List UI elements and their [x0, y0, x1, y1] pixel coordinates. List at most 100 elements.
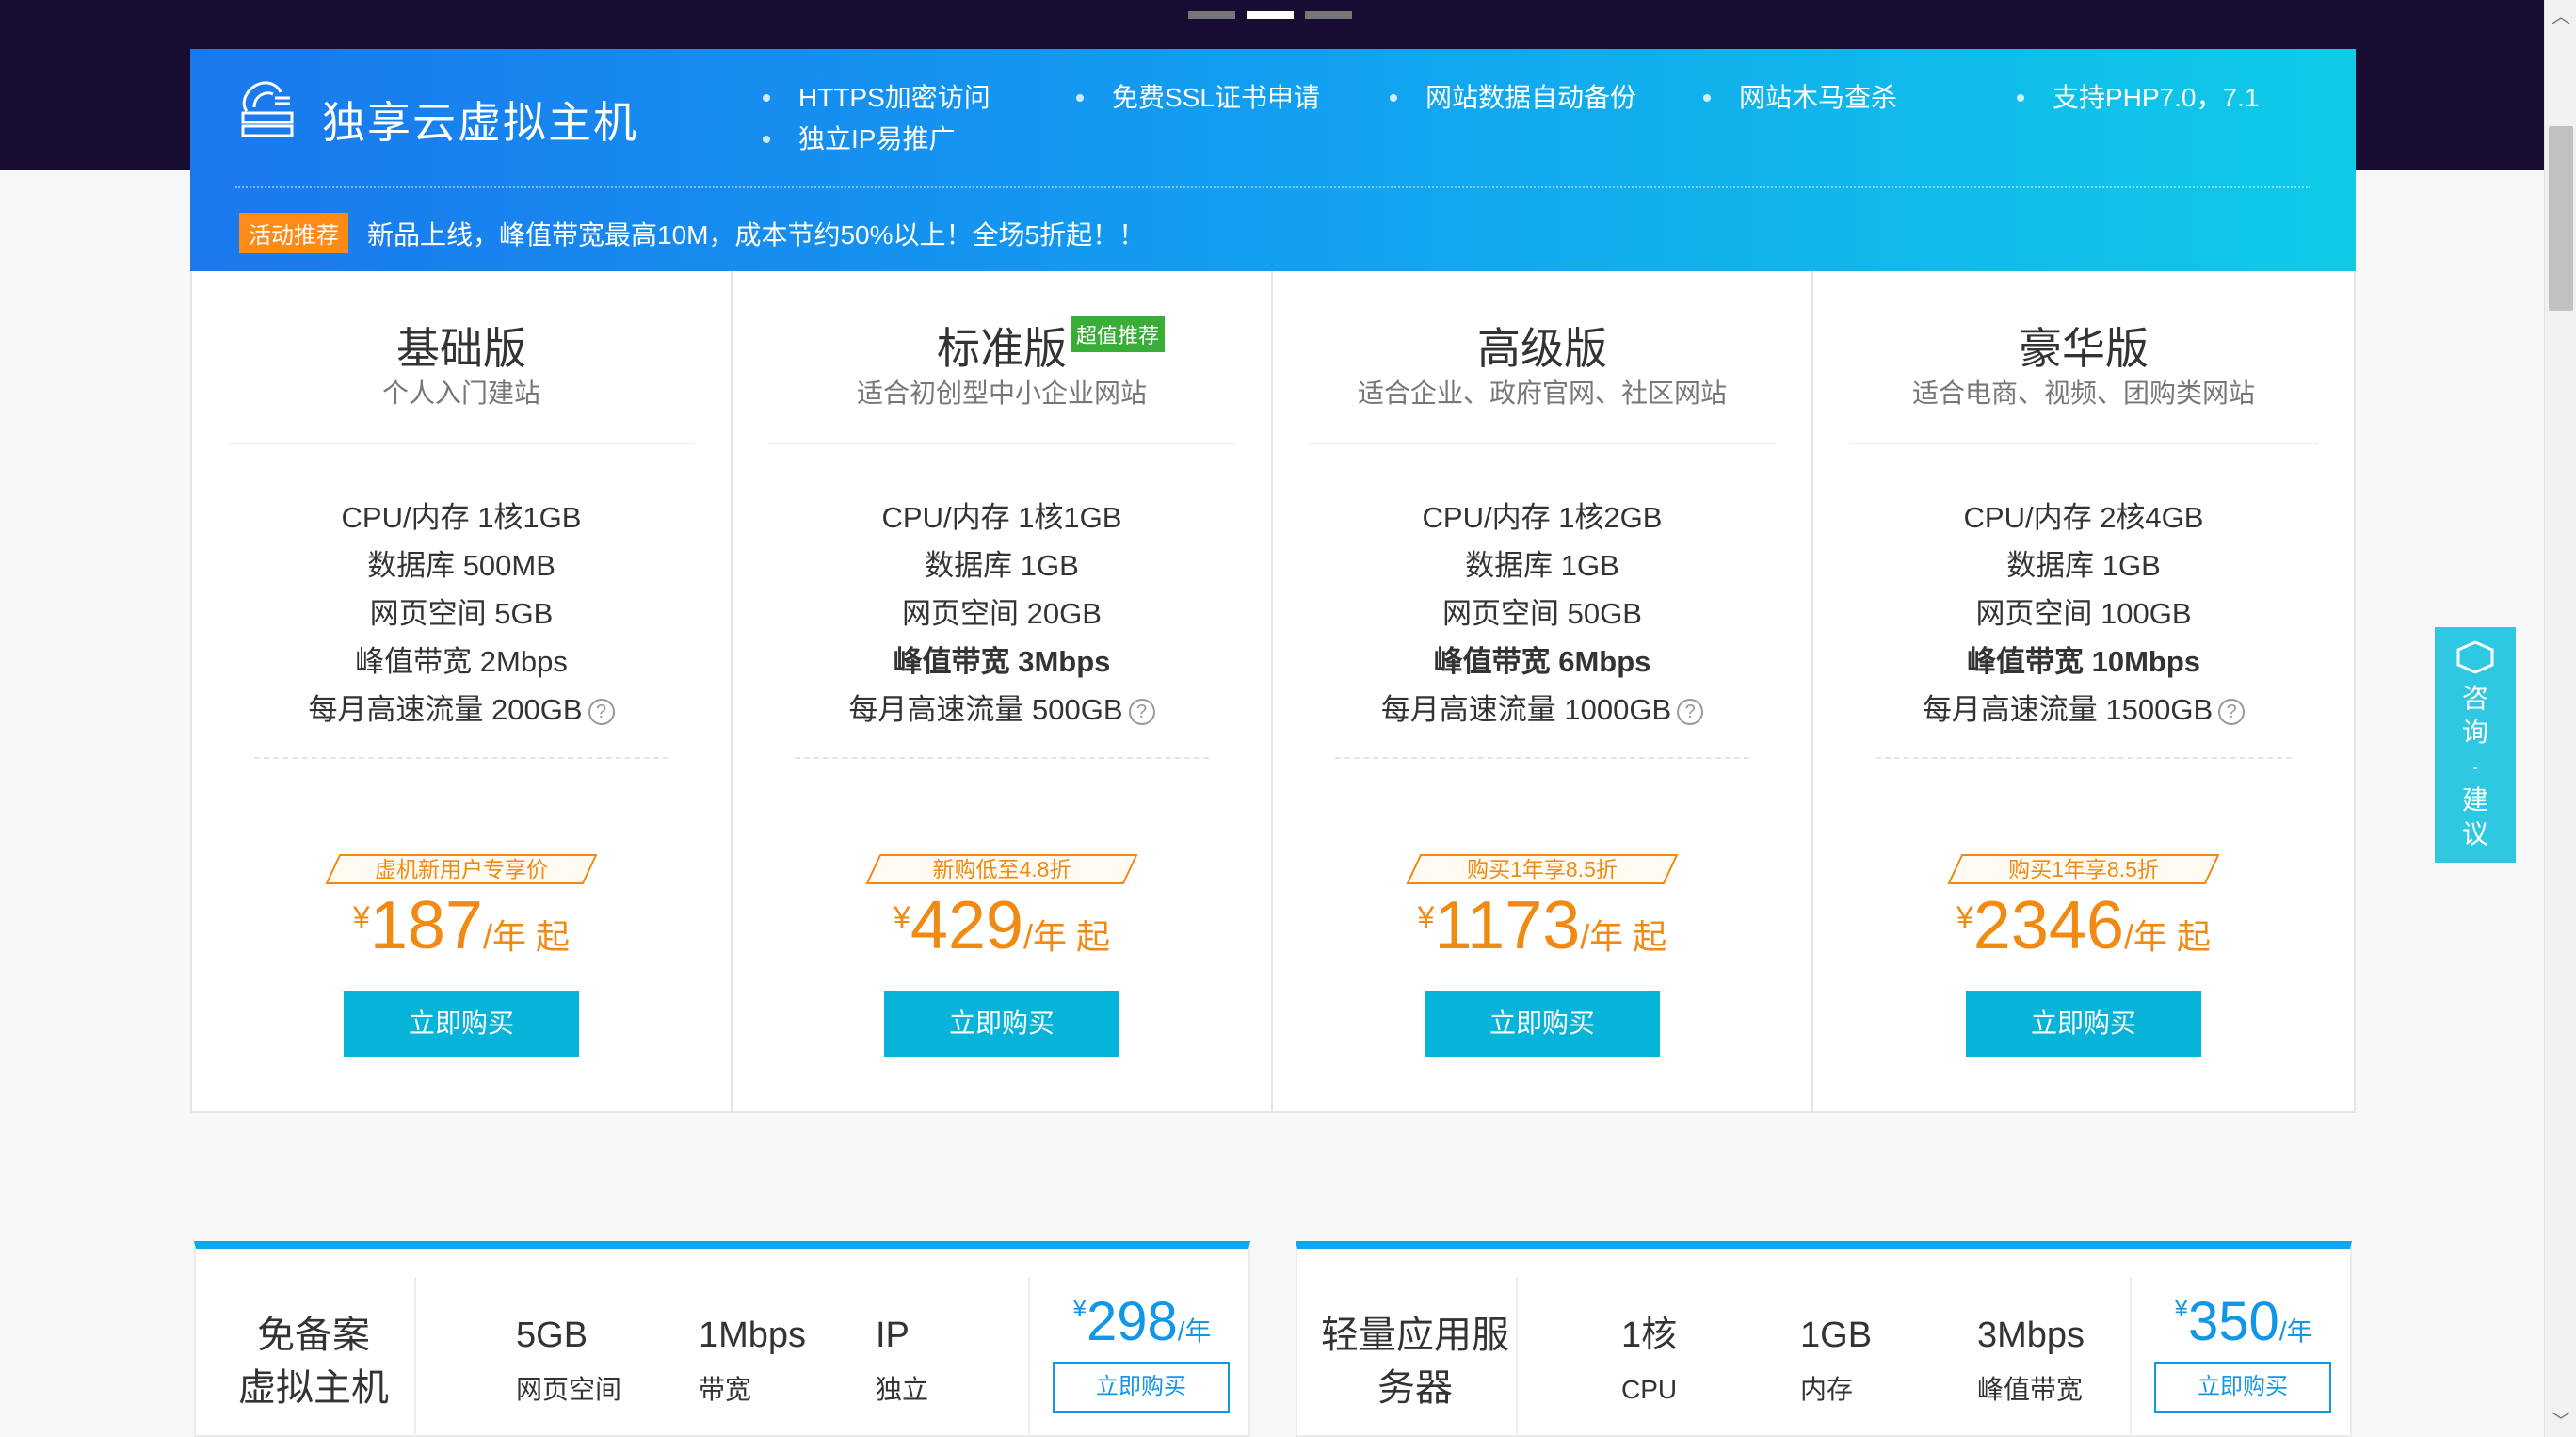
- bullet-icon: [1390, 94, 1397, 102]
- recommend-badge: 超值推荐: [1071, 316, 1166, 352]
- cloud-host-icon: [241, 81, 294, 137]
- help-icon[interactable]: ?: [1677, 698, 1704, 725]
- help-icon[interactable]: ?: [1128, 698, 1155, 725]
- product-spec: 5GB 网页空间: [516, 1316, 622, 1404]
- plan-divider: [1309, 443, 1776, 444]
- bullet-icon: [1703, 94, 1711, 102]
- bullet-icon: [763, 94, 770, 102]
- scroll-thumb[interactable]: [2549, 126, 2573, 311]
- buy-button[interactable]: 立即购买: [884, 991, 1119, 1057]
- carousel-dot-1[interactable]: [1188, 11, 1235, 19]
- buy-button[interactable]: 立即购买: [2154, 1362, 2331, 1413]
- product-spec: 1核 CPU: [1621, 1316, 1678, 1404]
- spec-traffic: 每月高速流量 1000GB?: [1273, 686, 1811, 734]
- plan-desc: 适合企业、政府官网、社区网站: [1357, 379, 1727, 408]
- plan-desc: 个人入门建站: [381, 379, 540, 408]
- plan-name: 豪华版: [2019, 324, 2149, 373]
- product-spec: IP 独立: [876, 1316, 929, 1404]
- product-divider: [1028, 1277, 1030, 1437]
- carousel-dots: [1188, 11, 1352, 19]
- spec-space: 网页空间 5GB: [369, 597, 554, 630]
- feature-item: 支持PHP7.0，7.1: [2000, 81, 2313, 115]
- consult-suggest-widget[interactable]: 咨 询 · 建 议: [2435, 627, 2516, 863]
- plan-name: 高级版: [1477, 324, 1607, 373]
- banner-title: 独享云虚拟主机: [322, 98, 638, 147]
- plan-divider: [768, 443, 1235, 444]
- product-divider: [2130, 1277, 2132, 1437]
- vertical-scrollbar[interactable]: ︿ ﹀: [2544, 0, 2576, 1437]
- specs-divider: [1335, 757, 1749, 759]
- spec-db: 数据库 500MB: [367, 549, 555, 582]
- spec-db: 数据库 1GB: [1465, 549, 1619, 582]
- plan-price: ¥187/年 起: [353, 888, 570, 963]
- plan-card-advanced: 高级版 适合企业、政府官网、社区网站 CPU/内存 1核2GB 数据库 1GB …: [1273, 271, 1813, 1111]
- product-spec: 1Mbps 带宽: [699, 1316, 807, 1404]
- bullet-icon: [2017, 94, 2024, 102]
- plan-name: 基础版: [396, 324, 526, 373]
- buy-button[interactable]: 立即购买: [1053, 1362, 1230, 1413]
- spec-cpu: CPU/内存 2核4GB: [1963, 501, 2204, 534]
- product-banner: 独享云虚拟主机 HTTPS加密访问 免费SSL证书申请 网站数据自动备份 网站木…: [190, 49, 2356, 271]
- feature-item: HTTPS加密访问: [746, 81, 1059, 115]
- spec-bandwidth: 峰值带宽 3Mbps: [893, 645, 1111, 678]
- price-ribbon: 购买1年享8.5折: [1406, 853, 1679, 885]
- plan-specs: CPU/内存 1核1GB 数据库 500MB 网页空间 5GB 峰值带宽 2Mb…: [192, 493, 731, 734]
- carousel-dot-3[interactable]: [1305, 11, 1352, 19]
- plan-specs: CPU/内存 1核2GB 数据库 1GB 网页空间 50GB 峰值带宽 6Mbp…: [1273, 493, 1811, 734]
- spec-bandwidth: 峰值带宽 6Mbps: [1433, 645, 1651, 678]
- plan-card-deluxe: 豪华版 适合电商、视频、团购类网站 CPU/内存 2核4GB 数据库 1GB 网…: [1813, 271, 2354, 1111]
- help-icon[interactable]: ?: [2218, 698, 2246, 725]
- product-name: 轻量应用服 务器: [1321, 1315, 1509, 1409]
- spec-cpu: CPU/内存 1核1GB: [881, 501, 1122, 534]
- bullet-icon: [1076, 94, 1084, 102]
- spec-traffic: 每月高速流量 200GB?: [192, 686, 731, 734]
- spec-traffic: 每月高速流量 1500GB?: [1813, 686, 2354, 734]
- plan-cards: 基础版 个人入门建站 CPU/内存 1核1GB 数据库 500MB 网页空间 5…: [190, 271, 2356, 1113]
- banner-divider: [235, 186, 2310, 188]
- scroll-down-icon[interactable]: ﹀: [2545, 1405, 2576, 1437]
- spec-db: 数据库 1GB: [2006, 549, 2161, 582]
- buy-button[interactable]: 立即购买: [344, 991, 579, 1057]
- product-divider: [1516, 1277, 1518, 1437]
- product-card-free-filing-host: 免备案 虚拟主机 5GB 网页空间 1Mbps 带宽 IP 独立 ¥298/年 …: [194, 1241, 1250, 1437]
- plan-price: ¥2346/年 起: [1956, 888, 2211, 963]
- specs-divider: [795, 757, 1209, 759]
- promo-line: 活动推荐 新品上线，峰值带宽最高10M，成本节约50%以上！全场5折起！！: [239, 213, 1145, 253]
- product-spec: 1GB 内存: [1800, 1316, 1873, 1404]
- spec-db: 数据库 1GB: [925, 549, 1079, 582]
- plan-desc: 适合初创型中小企业网站: [856, 379, 1147, 408]
- plan-desc: 适合电商、视频、团购类网站: [1911, 379, 2255, 408]
- feature-item: 独立IP易推广: [746, 122, 1059, 156]
- spec-bandwidth: 峰值带宽 2Mbps: [355, 645, 568, 678]
- spec-bandwidth: 峰值带宽 10Mbps: [1966, 645, 2201, 678]
- product-price: ¥350/年: [2174, 1291, 2313, 1352]
- specs-divider: [1876, 757, 2292, 759]
- plan-divider: [1849, 443, 2318, 444]
- buy-button[interactable]: 立即购买: [1425, 991, 1660, 1057]
- plan-specs: CPU/内存 2核4GB 数据库 1GB 网页空间 100GB 峰值带宽 10M…: [1813, 493, 2354, 734]
- spec-space: 网页空间 50GB: [1442, 597, 1642, 630]
- specs-divider: [254, 757, 668, 759]
- plan-card-basic: 基础版 个人入门建站 CPU/内存 1核1GB 数据库 500MB 网页空间 5…: [192, 271, 733, 1111]
- feature-item: 网站数据自动备份: [1373, 81, 1686, 115]
- spec-cpu: CPU/内存 1核1GB: [341, 501, 582, 534]
- hexagon-icon: [2456, 640, 2494, 674]
- help-icon[interactable]: ?: [588, 698, 615, 725]
- bullet-icon: [763, 136, 770, 143]
- promo-text: 新品上线，峰值带宽最高10M，成本节约50%以上！全场5折起！！: [367, 219, 1146, 250]
- plan-divider: [228, 443, 695, 444]
- feature-list: HTTPS加密访问 免费SSL证书申请 网站数据自动备份 网站木马查杀 支持PH…: [746, 81, 2327, 156]
- product-price: ¥298/年: [1072, 1291, 1212, 1352]
- plan-card-standard: 标准版 超值推荐 适合初创型中小企业网站 CPU/内存 1核1GB 数据库 1GB…: [733, 271, 1273, 1111]
- spec-space: 网页空间 100GB: [1975, 597, 2192, 630]
- product-name: 免备案 虚拟主机: [238, 1315, 389, 1409]
- scroll-up-icon[interactable]: ︿: [2545, 0, 2576, 32]
- spec-cpu: CPU/内存 1核2GB: [1422, 501, 1663, 534]
- buy-button[interactable]: 立即购买: [1966, 991, 2201, 1057]
- plan-name: 标准版 超值推荐: [937, 315, 1166, 377]
- carousel-dot-2[interactable]: [1247, 11, 1294, 19]
- price-ribbon: 新购低至4.8折: [865, 853, 1138, 885]
- plan-price: ¥1173/年 起: [1417, 888, 1667, 963]
- product-divider: [414, 1277, 416, 1437]
- spec-space: 网页空间 20GB: [902, 597, 1102, 630]
